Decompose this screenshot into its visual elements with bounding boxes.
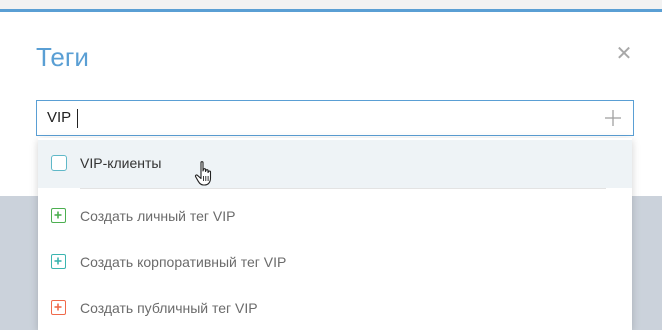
create-public-tag-label: Создать публичный тег VIP	[80, 300, 258, 316]
tag-search-input[interactable]	[47, 101, 587, 135]
close-icon[interactable]: ✕	[614, 44, 634, 64]
dropdown-divider	[80, 188, 606, 189]
tag-option-label: VIP-клиенты	[80, 155, 162, 171]
create-corporate-tag-label: Создать корпоративный тег VIP	[80, 254, 287, 270]
tag-input-box[interactable]	[36, 100, 634, 136]
top-accent-line	[0, 9, 662, 12]
text-cursor	[77, 109, 78, 128]
plus-square-icon	[51, 208, 66, 223]
create-corporate-tag-option[interactable]: Создать корпоративный тег VIP	[38, 240, 632, 284]
plus-square-icon	[51, 254, 66, 269]
tag-checkbox[interactable]	[51, 155, 67, 171]
create-personal-tag-option[interactable]: Создать личный тег VIP	[38, 194, 632, 238]
create-personal-tag-label: Создать личный тег VIP	[80, 208, 236, 224]
dialog-title: Теги	[36, 42, 89, 72]
plus-icon[interactable]	[601, 106, 625, 130]
tag-suggestions-dropdown: VIP-клиенты Создать личный тег VIP Созда…	[38, 138, 632, 330]
plus-square-icon	[51, 300, 66, 315]
tag-option-vip-clients[interactable]: VIP-клиенты	[38, 140, 632, 188]
hand-cursor-icon	[194, 161, 212, 186]
create-public-tag-option[interactable]: Создать публичный тег VIP	[38, 286, 632, 330]
